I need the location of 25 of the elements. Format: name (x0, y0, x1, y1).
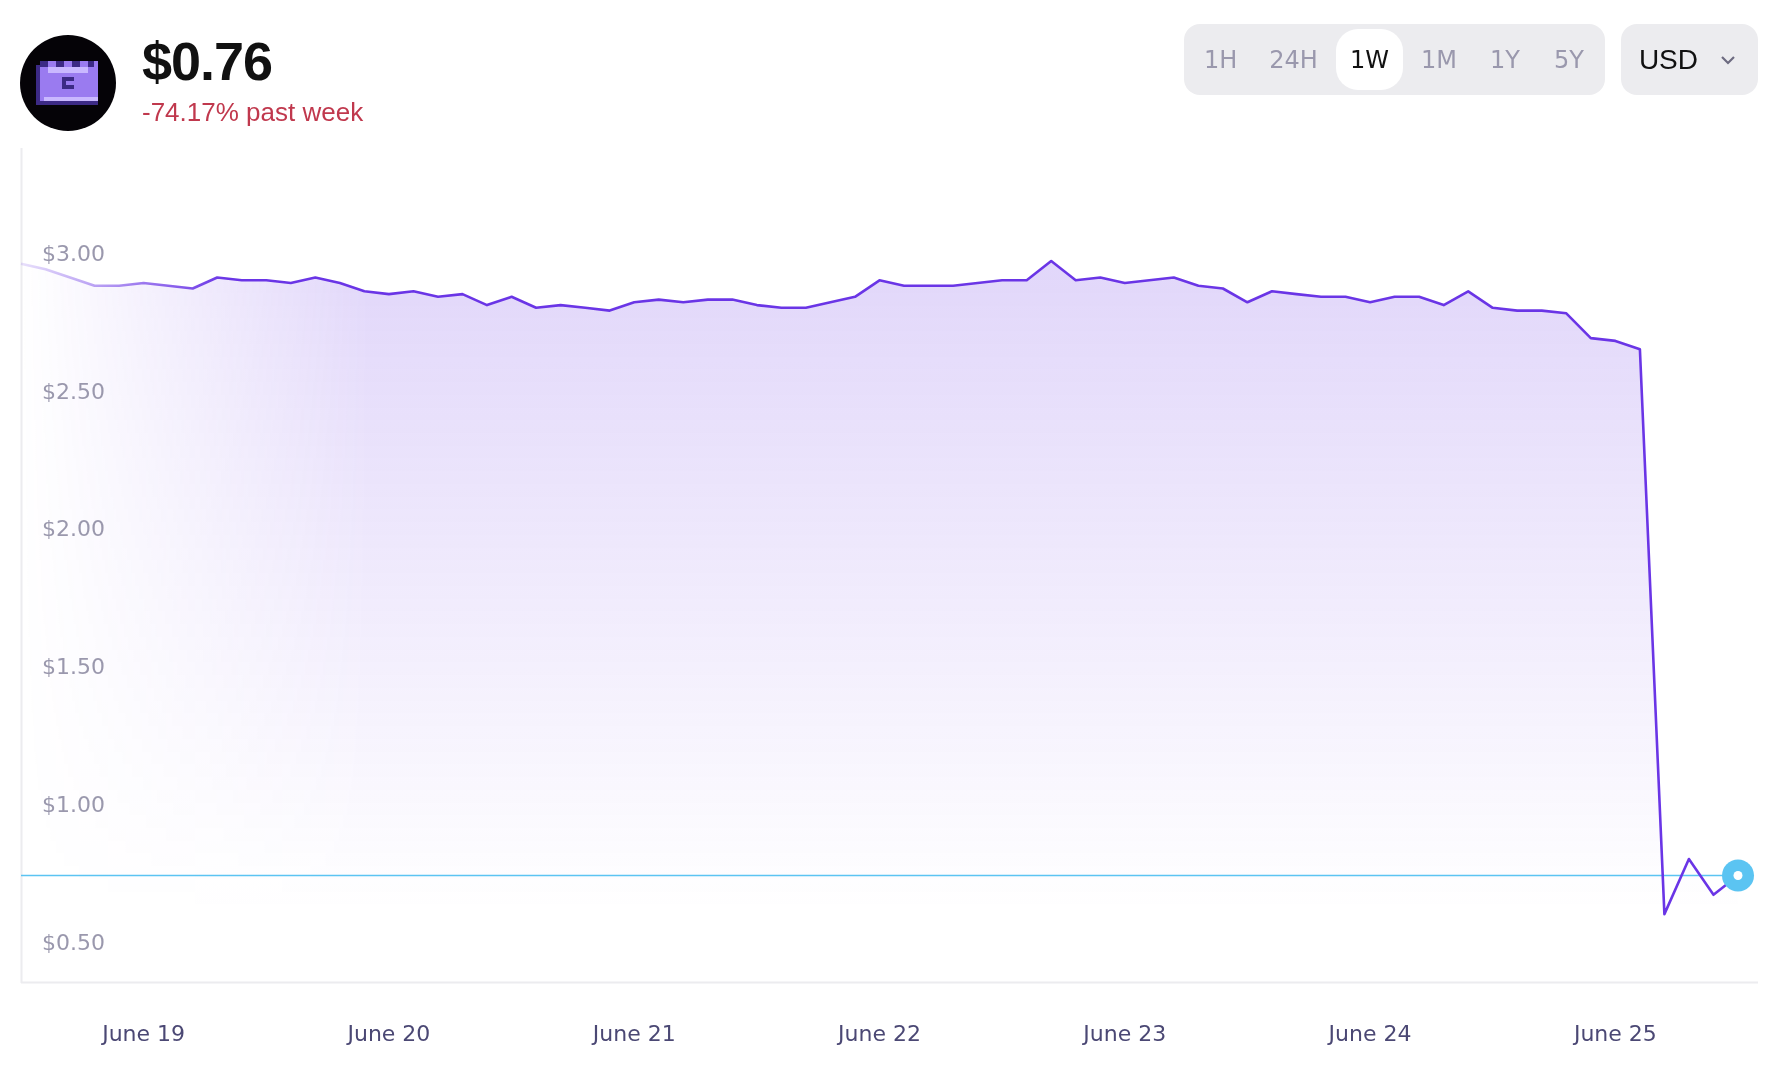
y-axis-label: $1.50 (42, 654, 105, 680)
x-axis-label: June 22 (838, 1021, 921, 1046)
chevron-down-icon (1720, 54, 1736, 65)
range-tab[interactable]: 5Y (1538, 29, 1599, 90)
range-tab[interactable]: 1M (1406, 29, 1471, 90)
y-axis-label: $1.00 (42, 791, 105, 817)
range-tab[interactable]: 1W (1335, 29, 1403, 90)
y-axis-label: $2.50 (42, 378, 105, 404)
range-tab[interactable]: 1Y (1474, 29, 1535, 90)
price-change: -74.17% past week (142, 97, 364, 127)
x-axis-label: June 20 (347, 1021, 431, 1046)
x-axis-label: June 25 (1573, 1021, 1657, 1046)
range-tab[interactable]: 1H (1189, 29, 1252, 90)
y-axis-label: $0.50 (42, 929, 105, 955)
y-axis-label: $2.00 (42, 516, 105, 542)
y-axis-label: $3.00 (42, 240, 105, 266)
price-value: $0.76 (142, 31, 274, 91)
range-tab[interactable]: 24H (1255, 29, 1332, 90)
castle-icon (20, 35, 116, 131)
current-price-marker (1722, 859, 1754, 892)
x-axis-label: June 21 (592, 1021, 676, 1046)
x-axis-label: June 23 (1083, 1021, 1167, 1046)
x-axis-label: June 19 (102, 1021, 186, 1046)
x-axis-label: June 24 (1328, 1021, 1412, 1046)
currency-dropdown[interactable]: USD (1620, 24, 1758, 95)
